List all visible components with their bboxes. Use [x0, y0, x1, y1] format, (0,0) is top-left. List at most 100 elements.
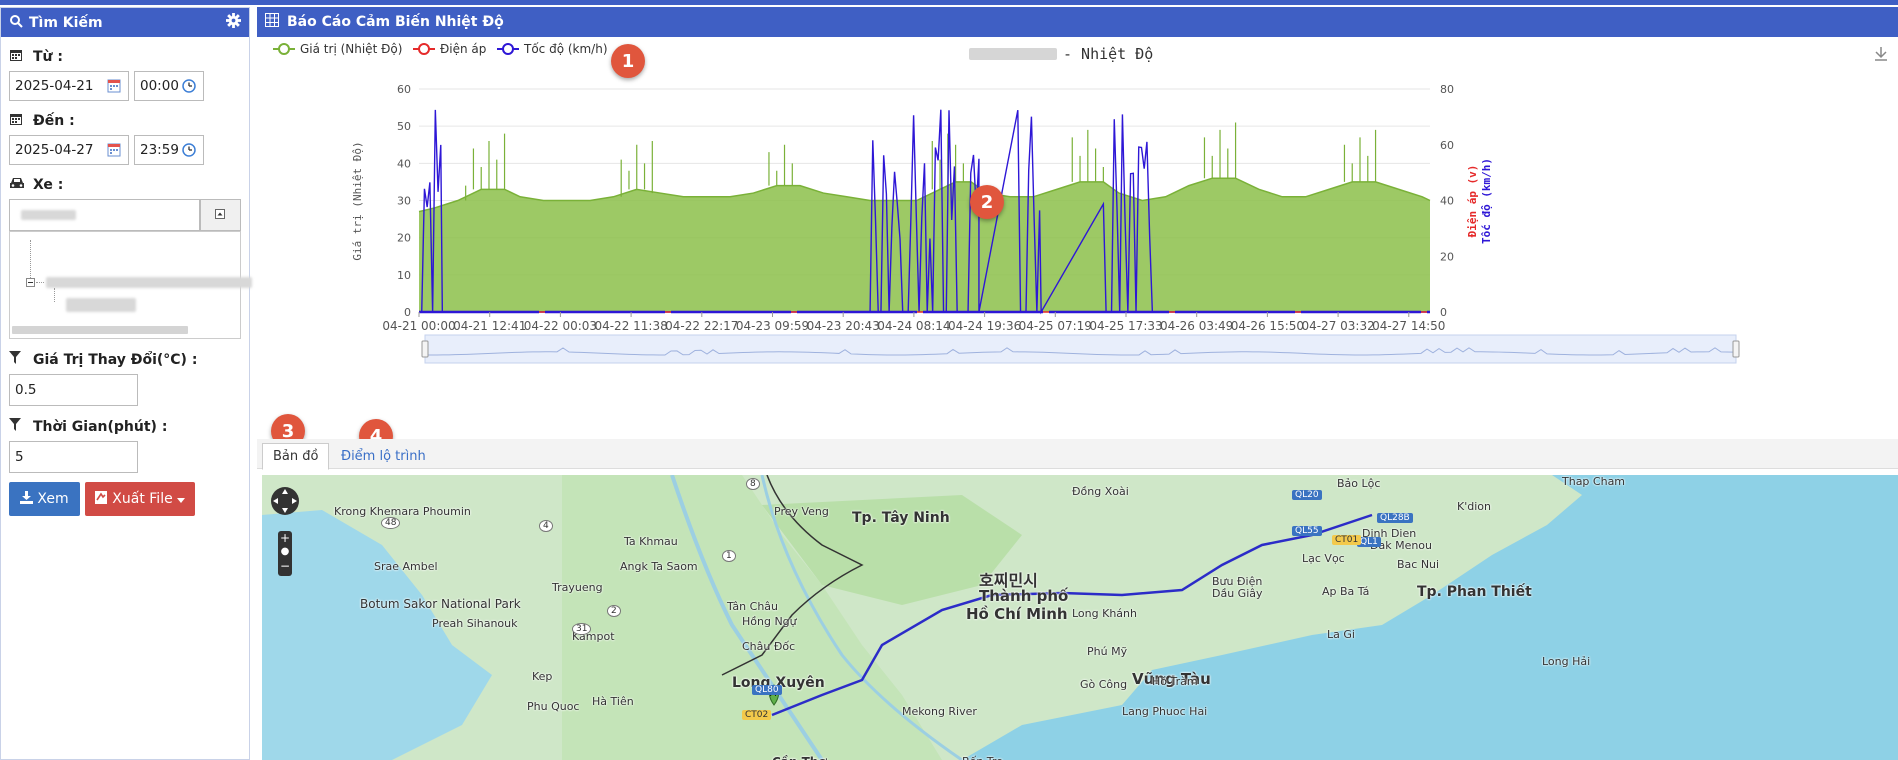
zoom-in-icon[interactable]: + [278, 531, 292, 545]
map-place-label: Bến Tre [962, 755, 1003, 760]
tree-collapse-icon[interactable] [26, 278, 35, 287]
legend-item: Điện áp [440, 42, 486, 56]
report-panel-header: Báo Cáo Cảm Biến Nhiệt Độ [257, 7, 1898, 37]
map-view[interactable]: A + ● − Tp. Tây NinhĐồng XoàiBảo LộcK'di… [262, 475, 1898, 760]
map-pan-control[interactable] [271, 487, 299, 515]
map-place-label: Châu Đốc [742, 640, 796, 653]
map-place-label: Cần Thơ [772, 755, 827, 760]
tab-route-points[interactable]: Điểm lộ trình [331, 443, 436, 470]
from-date-input[interactable]: 2025-04-21 [9, 71, 129, 101]
clock-icon[interactable] [182, 79, 198, 95]
export-file-button[interactable]: Xuất File [85, 482, 195, 516]
y-right-axis-title-voltage: Điện áp (v) [1466, 165, 1479, 238]
x-tick-label: 04-23 09:59 [736, 319, 809, 333]
y-left-tick-label: 10 [397, 269, 411, 282]
x-tick-label: 04-23 20:43 [807, 319, 880, 333]
vehicle-search-input[interactable] [9, 199, 200, 231]
from-date-value: 2025-04-21 [15, 78, 94, 94]
range-handle-left [421, 340, 429, 358]
gear-icon[interactable] [226, 13, 241, 32]
map-place-label: Srae Ambel [374, 560, 438, 573]
x-tick-label: 04-26 15:50 [1231, 319, 1304, 333]
change-label: Giá Trị Thay Đổi(°C) : [33, 352, 198, 368]
x-tick-label: 04-25 17:33 [1089, 319, 1162, 333]
map-place-label: Ta Khmau [624, 535, 678, 548]
map-place-label: Bảo Lộc [1337, 477, 1381, 490]
date-picker-icon[interactable] [107, 143, 123, 159]
clock-icon[interactable] [182, 143, 198, 159]
map-route-badge: QL28B [1377, 513, 1413, 523]
y-right-tick-label: 0 [1440, 306, 1447, 319]
map-place-label: Angk Ta Saom [620, 560, 698, 573]
tree-line [30, 240, 31, 280]
date-picker-icon[interactable] [107, 79, 123, 95]
tree-node-group[interactable] [46, 277, 252, 288]
from-time-input[interactable]: 00:00 [134, 71, 204, 101]
vehicle-search-value [21, 210, 76, 220]
temperature-chart: 0 10 20 30 40 50 60 0 20 40 60 80 04-21 00:00 04-21 1… [257, 39, 1898, 453]
x-tick-label: 04-24 19:36 [948, 319, 1021, 333]
map-place-label: Bac Nui [1397, 558, 1440, 571]
x-tick-label: 04-21 12:41 [453, 319, 526, 333]
x-tick-label: 04-22 11:38 [594, 319, 667, 333]
calendar-icon [9, 112, 25, 130]
calendar-icon [9, 48, 25, 66]
time-label: Thời Gian(phút) : [33, 419, 168, 435]
map-place-label: Kep [532, 670, 553, 683]
change-value-input[interactable]: 0.5 [9, 374, 138, 406]
change-value: 0.5 [15, 382, 37, 398]
to-date-input[interactable]: 2025-04-27 [9, 135, 129, 165]
view-button[interactable]: Xem [9, 482, 80, 516]
zoom-out-icon[interactable]: − [278, 559, 292, 573]
view-button-label: Xem [37, 491, 69, 507]
y-left-tick-label: 50 [397, 120, 411, 133]
map-place-label: Lạc Vọc [1302, 552, 1345, 565]
map-zoom-control[interactable]: + ● − [278, 531, 292, 576]
x-tick-label: 04-27 14:50 [1372, 319, 1445, 333]
filter-icon [9, 418, 25, 436]
x-tick-label: 04-26 03:49 [1160, 319, 1233, 333]
legend-swatch-marker [418, 43, 430, 55]
y-left-tick-label: 40 [397, 157, 411, 170]
map-place-label: Phú Mỹ [1087, 645, 1128, 658]
y-left-tick-label: 0 [404, 306, 411, 319]
vehicle-toggle-button[interactable] [199, 199, 241, 231]
vehicle-label-row: Xe : [9, 174, 241, 196]
to-time-input[interactable]: 23:59 [134, 135, 204, 165]
title-blurred-plate [969, 48, 1057, 60]
search-panel-title: Tìm Kiếm [29, 14, 103, 31]
legend-item: Giá trị (Nhiệt Độ) [300, 42, 402, 56]
map-route-badge: 4 [539, 520, 553, 532]
export-button-label: Xuất File [112, 491, 173, 507]
tab-map[interactable]: Bản đồ [262, 443, 330, 470]
globe-icon[interactable]: ● [278, 545, 292, 559]
map-place-label: Tân Châu [727, 600, 779, 613]
tree-horizontal-scrollbar[interactable] [12, 326, 188, 334]
tree-node-vehicle[interactable] [66, 298, 136, 312]
map-place-label: Gò Công [1080, 678, 1128, 691]
map-place-label: Prey Veng [774, 505, 829, 518]
range-navigator [424, 334, 1737, 364]
map-place-label: Long Khánh [1072, 607, 1137, 620]
from-label: Từ : [33, 49, 63, 65]
map-place-label: La Gi [1327, 628, 1355, 641]
y-left-tick-label: 20 [397, 232, 411, 245]
x-tick-label: 04-27 03:32 [1301, 319, 1374, 333]
x-tick-label: 04-21 00:00 [382, 319, 455, 333]
map-place-label: Thành phố [979, 587, 1069, 605]
top-accent-bar [0, 0, 1898, 5]
map-place-label: Trayueng [552, 581, 603, 594]
vehicle-label: Xe : [33, 177, 64, 193]
x-tick-label: 04-22 22:17 [665, 319, 738, 333]
map-place-label: Ap Ba Tá [1322, 585, 1370, 598]
time-value-input[interactable]: 5 [9, 441, 138, 473]
map-route-badge: QL55 [1292, 526, 1322, 536]
x-tick-label: 04-24 08:14 [877, 319, 950, 333]
chart-canvas: 0 10 20 30 40 50 60 0 20 40 60 80 04-21 00:0004-21 1… [273, 42, 1887, 364]
legend-item: Tốc độ (km/h) [523, 42, 608, 56]
map-place-label: Mekong River [902, 705, 977, 718]
map-route-badge: 2 [607, 605, 621, 617]
table-icon [265, 13, 279, 31]
caret-down-icon [176, 491, 185, 507]
map-place-label: Krong Khemara Phoumin [334, 505, 471, 518]
